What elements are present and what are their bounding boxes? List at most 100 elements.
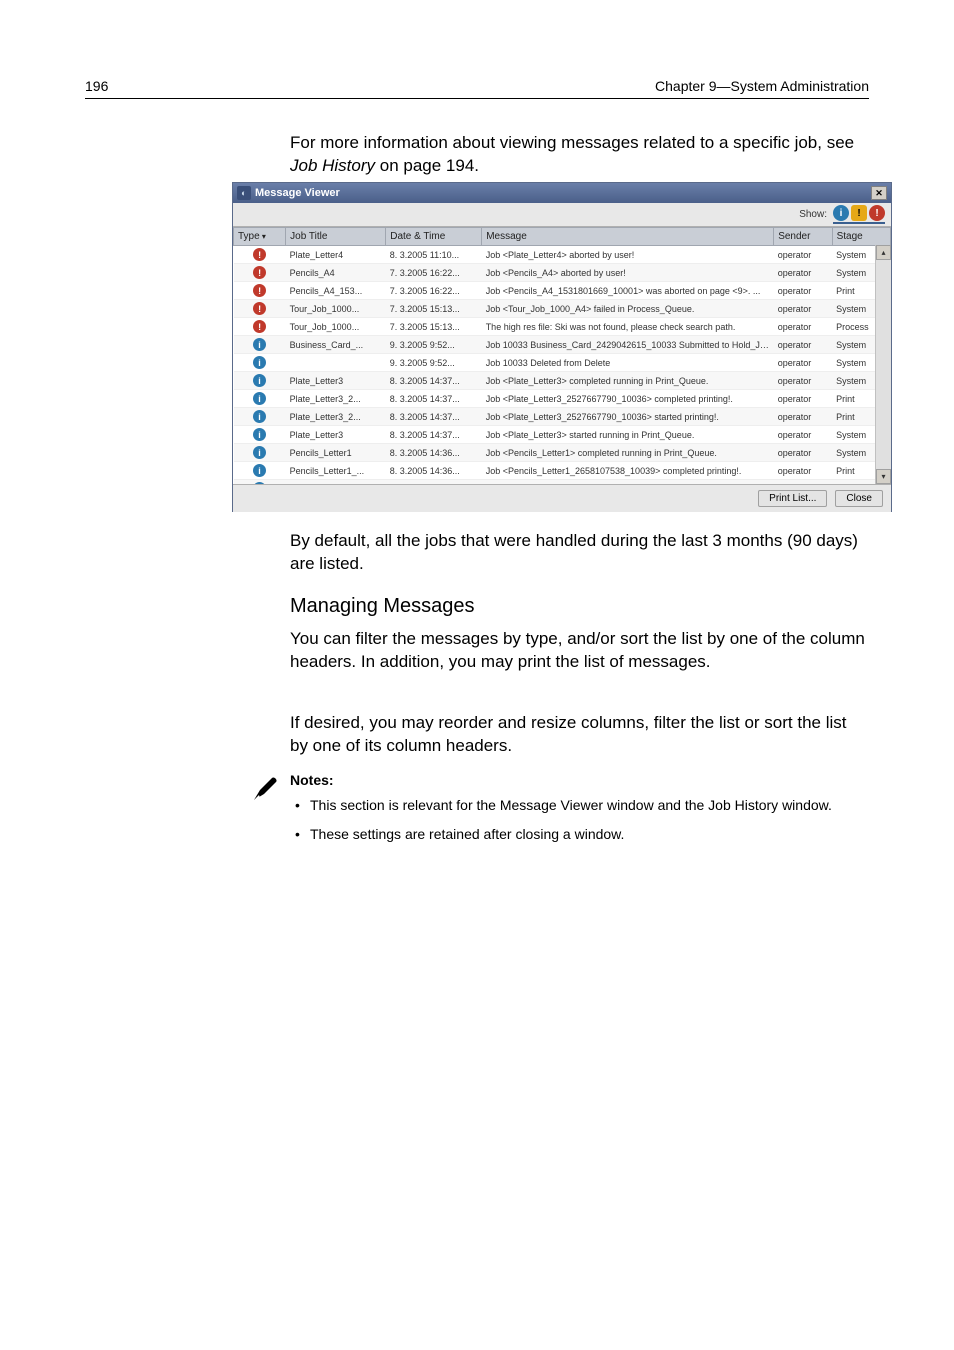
filter-info-icon[interactable]: i: [833, 205, 849, 221]
note-pen-icon: [250, 772, 282, 809]
job-history-link: Job History: [290, 156, 375, 175]
page-number: 196: [85, 78, 108, 94]
table-area: Type Job Title Date & Time Message Sende…: [233, 227, 891, 485]
note-item-1: This section is relevant for the Message…: [290, 796, 869, 815]
messages-table: Type Job Title Date & Time Message Sende…: [233, 227, 891, 485]
row-sender: operator: [774, 264, 832, 282]
toolbar: Show: i ! !: [233, 203, 891, 227]
chapter-title: Chapter 9—System Administration: [655, 78, 869, 94]
row-job: [286, 354, 386, 372]
titlebar: ◐ Message Viewer ✕: [233, 183, 891, 203]
table-row[interactable]: !Tour_Job_1000...7. 3.2005 15:13...Job <…: [234, 300, 891, 318]
row-type-icon: !: [234, 300, 286, 318]
row-job: Plate_Letter3: [286, 372, 386, 390]
intro-text-b: on page 194.: [375, 156, 479, 175]
row-sender: operator: [774, 408, 832, 426]
notes-label: Notes:: [290, 772, 869, 788]
row-message: Job <Pencils_Letter1_2658107538_10039> c…: [482, 462, 774, 480]
row-date: 7. 3.2005 16:22...: [386, 282, 482, 300]
row-message: Job <Pencils_A4> aborted by user!: [482, 264, 774, 282]
row-job: Plate_Letter4: [286, 246, 386, 264]
row-type-icon: i: [234, 426, 286, 444]
row-message: Job <Tour_Job_1000_A4> failed in Process…: [482, 300, 774, 318]
table-row[interactable]: iPlate_Letter38. 3.2005 14:37...Job <Pla…: [234, 372, 891, 390]
row-message: Job <Pencils_A4_1531801669_10001> was ab…: [482, 282, 774, 300]
message-viewer-window: ◐ Message Viewer ✕ Show: i ! ! Type Job …: [232, 182, 892, 512]
header-rule: [85, 98, 869, 99]
row-date: 7. 3.2005 16:22...: [386, 264, 482, 282]
app-icon: ◐: [237, 186, 251, 200]
row-job: Pencils_A4: [286, 264, 386, 282]
row-date: 8. 3.2005 11:10...: [386, 246, 482, 264]
row-date: 9. 3.2005 9:52...: [386, 336, 482, 354]
row-job: Plate_Letter3: [286, 426, 386, 444]
row-job: Pencils_Letter1 ...: [286, 480, 386, 486]
table-row[interactable]: !Pencils_A47. 3.2005 16:22...Job <Pencil…: [234, 264, 891, 282]
note-item-2: These settings are retained after closin…: [290, 825, 869, 844]
row-type-icon: i: [234, 372, 286, 390]
row-message: Job 10033 Deleted from Delete: [482, 354, 774, 372]
row-type-icon: i: [234, 408, 286, 426]
filter-warning-icon[interactable]: !: [851, 205, 867, 221]
row-job: Pencils_Letter1: [286, 444, 386, 462]
row-message: Job <Plate_Letter4> aborted by user!: [482, 246, 774, 264]
row-date: 8. 3.2005 14:36...: [386, 444, 482, 462]
row-job: Pencils_A4_153...: [286, 282, 386, 300]
row-date: 8. 3.2005 14:37...: [386, 426, 482, 444]
paragraph-2: If desired, you may reorder and resize c…: [290, 712, 869, 758]
scrollbar[interactable]: ▴ ▾: [875, 245, 891, 484]
print-list-button[interactable]: Print List...: [758, 490, 827, 507]
row-type-icon: i: [234, 444, 286, 462]
row-sender: operator: [774, 480, 832, 486]
table-row[interactable]: iPlate_Letter3_2...8. 3.2005 14:37...Job…: [234, 390, 891, 408]
scroll-up-icon[interactable]: ▴: [876, 245, 891, 260]
table-row[interactable]: !Plate_Letter48. 3.2005 11:10...Job <Pla…: [234, 246, 891, 264]
filter-error-icon[interactable]: !: [869, 205, 885, 221]
row-message: Job <Plate_Letter3_2527667790_10036> com…: [482, 390, 774, 408]
col-header-date[interactable]: Date & Time: [386, 228, 482, 246]
row-message: Job <Plate_Letter3> completed running in…: [482, 372, 774, 390]
table-row[interactable]: i9. 3.2005 9:52...Job 10033 Deleted from…: [234, 354, 891, 372]
table-row[interactable]: !Tour_Job_1000...7. 3.2005 15:13...The h…: [234, 318, 891, 336]
show-label: Show:: [799, 209, 827, 220]
col-header-type[interactable]: Type: [234, 228, 286, 246]
window-title: Message Viewer: [255, 187, 340, 199]
col-header-sender[interactable]: Sender: [774, 228, 832, 246]
row-type-icon: i: [234, 480, 286, 486]
row-job: Pencils_Letter1_...: [286, 462, 386, 480]
table-row[interactable]: iBusiness_Card_...9. 3.2005 9:52...Job 1…: [234, 336, 891, 354]
row-sender: operator: [774, 282, 832, 300]
row-message: Job <Plate_Letter3_2527667790_10036> sta…: [482, 408, 774, 426]
col-header-stage[interactable]: Stage: [832, 228, 890, 246]
table-row[interactable]: iPencils_Letter18. 3.2005 14:36...Job <P…: [234, 444, 891, 462]
row-date: 9. 3.2005 9:52...: [386, 354, 482, 372]
close-button[interactable]: Close: [835, 490, 883, 507]
table-row[interactable]: iPlate_Letter38. 3.2005 14:37...Job <Pla…: [234, 426, 891, 444]
row-message: Job <Pencils_Letter1> completed running …: [482, 444, 774, 462]
intro-text-a: For more information about viewing messa…: [290, 133, 854, 152]
table-row[interactable]: iPencils_Letter1 ...8. 3.2005 14:36...Jo…: [234, 480, 891, 486]
row-type-icon: i: [234, 336, 286, 354]
row-job: Tour_Job_1000...: [286, 318, 386, 336]
scroll-down-icon[interactable]: ▾: [876, 469, 891, 484]
table-row[interactable]: !Pencils_A4_153...7. 3.2005 16:22...Job …: [234, 282, 891, 300]
table-row[interactable]: iPencils_Letter1_...8. 3.2005 14:36...Jo…: [234, 462, 891, 480]
table-row[interactable]: iPlate_Letter3_2...8. 3.2005 14:37...Job…: [234, 408, 891, 426]
row-sender: operator: [774, 336, 832, 354]
row-job: Tour_Job_1000...: [286, 300, 386, 318]
row-job: Plate_Letter3_2...: [286, 390, 386, 408]
row-message: The high res file: Ski was not found, pl…: [482, 318, 774, 336]
col-header-job[interactable]: Job Title: [286, 228, 386, 246]
row-type-icon: !: [234, 246, 286, 264]
section-heading: Managing Messages: [290, 595, 475, 618]
col-header-message[interactable]: Message: [482, 228, 774, 246]
close-icon[interactable]: ✕: [871, 186, 887, 200]
row-date: 8. 3.2005 14:36...: [386, 480, 482, 486]
post-image-paragraph: By default, all the jobs that were handl…: [290, 530, 869, 576]
row-sender: operator: [774, 390, 832, 408]
row-message: Job <Plate_Letter3> started running in P…: [482, 426, 774, 444]
intro-paragraph: For more information about viewing messa…: [290, 132, 869, 178]
row-type-icon: !: [234, 282, 286, 300]
row-job: Plate_Letter3_2...: [286, 408, 386, 426]
row-sender: operator: [774, 426, 832, 444]
